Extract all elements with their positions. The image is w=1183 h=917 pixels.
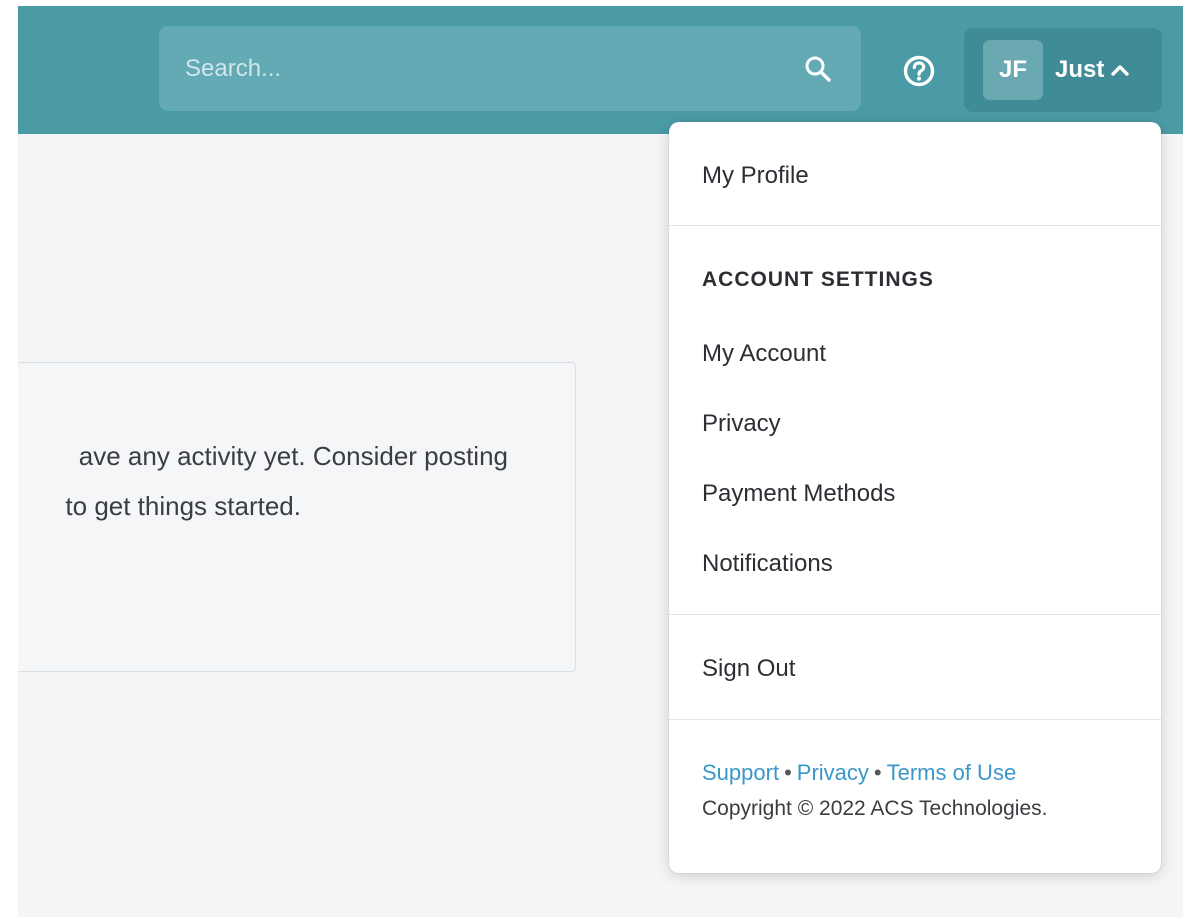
top-bar: JF Just	[18, 6, 1183, 134]
menu-item-my-profile[interactable]: My Profile	[702, 162, 809, 190]
menu-item-privacy[interactable]: Privacy	[702, 410, 781, 438]
search-input[interactable]	[183, 53, 803, 84]
user-name: Just	[1055, 56, 1105, 83]
footer-links: Support • Privacy • Terms of Use	[702, 760, 1016, 786]
user-menu-button[interactable]: JF Just	[964, 28, 1162, 112]
menu-divider	[669, 719, 1161, 720]
account-settings-heading: ACCOUNT SETTINGS	[702, 268, 934, 291]
menu-divider	[669, 614, 1161, 615]
footer-separator: •	[873, 760, 882, 785]
footer-separator: •	[784, 760, 792, 785]
menu-item-payment-methods[interactable]: Payment Methods	[702, 480, 895, 508]
empty-message-line-2: to get things started.	[65, 491, 301, 521]
empty-activity-message: ave any activity yet. Consider posting t…	[18, 431, 508, 531]
avatar-initials: JF	[998, 56, 1027, 83]
menu-divider	[669, 225, 1161, 226]
avatar: JF	[983, 40, 1043, 100]
menu-item-my-account[interactable]: My Account	[702, 340, 826, 368]
search-icon[interactable]	[803, 54, 833, 84]
empty-message-line-1: ave any activity yet. Consider posting	[78, 441, 508, 471]
copyright-text: Copyright © 2022 ACS Technologies.	[702, 797, 1048, 820]
user-dropdown-menu: My Profile ACCOUNT SETTINGS My Account P…	[669, 122, 1161, 873]
chevron-up-icon	[1111, 65, 1130, 76]
terms-of-use-link[interactable]: Terms of Use	[887, 760, 1017, 785]
menu-item-sign-out[interactable]: Sign Out	[702, 655, 795, 683]
privacy-link[interactable]: Privacy	[797, 760, 869, 785]
support-link[interactable]: Support	[702, 760, 779, 785]
help-circle-icon[interactable]	[902, 54, 936, 88]
search-box[interactable]	[159, 26, 861, 111]
menu-item-notifications[interactable]: Notifications	[702, 550, 833, 578]
app-frame: JF Just ave any activity yet. Consider p…	[18, 6, 1183, 917]
